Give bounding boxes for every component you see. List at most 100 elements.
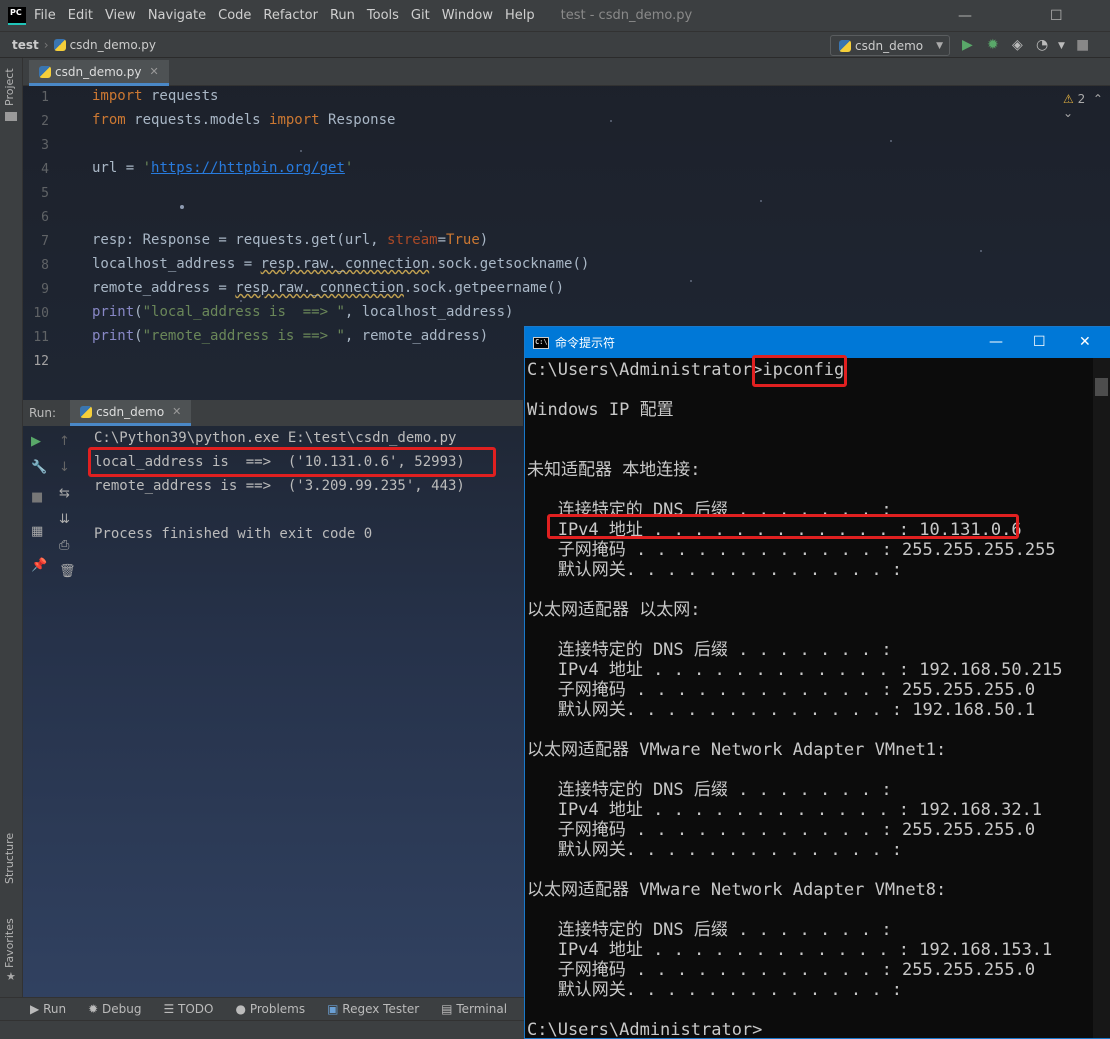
structure-tool-button[interactable]: Structure	[3, 833, 16, 884]
run-configuration-select[interactable]: csdn_demo ▼	[830, 35, 950, 56]
arrow-down-icon[interactable]: ↓	[59, 460, 70, 475]
layout-icon[interactable]: ▦	[31, 524, 43, 539]
menu-refactor[interactable]: Refactor	[263, 8, 318, 23]
problems-tool-tab[interactable]: ● Problems	[236, 1002, 306, 1016]
builtin: print	[92, 328, 135, 344]
menu-git[interactable]: Git	[411, 8, 430, 23]
inspection-widget[interactable]: ⚠ 2 ⌃ ⌄	[1063, 92, 1110, 120]
pin-icon[interactable]: 📌	[31, 558, 47, 573]
builtin: print	[92, 304, 135, 320]
keyword: from	[92, 112, 126, 128]
url-link[interactable]: https://httpbin.org/get	[151, 160, 345, 176]
code-text: (	[134, 304, 143, 320]
debug-tool-tab[interactable]: ✹ Debug	[88, 1002, 141, 1016]
run-header: Run: csdn_demo ✕	[23, 400, 523, 426]
code-line-10: print("local_address is ==> ", localhost…	[92, 304, 513, 320]
cmd-line: 以太网适配器 以太网:	[527, 600, 701, 620]
code-text: (	[134, 328, 143, 344]
scrollbar[interactable]	[1093, 358, 1110, 1038]
python-file-icon	[39, 65, 51, 78]
code-line-4: url = 'https://httpbin.org/get'	[92, 160, 353, 176]
code-text: requests	[142, 88, 219, 104]
line-number: 11	[33, 330, 49, 345]
menu-tools[interactable]: Tools	[367, 8, 399, 23]
more-run-options-icon[interactable]: ▼	[1058, 41, 1065, 51]
cmd-line: 默认网关. . . . . . . . . . . . . :	[527, 560, 903, 580]
line-number: 2	[41, 114, 49, 129]
print-icon[interactable]: ⎙	[59, 538, 69, 553]
rerun-icon[interactable]: ▶	[31, 434, 41, 449]
scrollbar-thumb[interactable]	[1095, 378, 1108, 396]
run-configuration-label: csdn_demo	[855, 38, 924, 53]
wrench-icon[interactable]: 🔧	[31, 460, 47, 475]
close-icon[interactable]: ✕	[1079, 334, 1091, 350]
console-line: C:\Python39\python.exe E:\test\csdn_demo…	[94, 430, 457, 446]
menu-edit[interactable]: Edit	[68, 8, 93, 23]
menu-navigate[interactable]: Navigate	[148, 8, 206, 23]
maximize-icon[interactable]: ☐	[1033, 334, 1046, 350]
run-tool-tab[interactable]: ▶ Run	[30, 1002, 66, 1016]
cmd-line: 默认网关. . . . . . . . . . . . . :	[527, 840, 903, 860]
stop-icon[interactable]: ■	[31, 490, 43, 505]
menu-bar: PC File Edit View Navigate Code Refactor…	[0, 0, 1110, 31]
menu-help[interactable]: Help	[505, 8, 535, 23]
play-icon: ▶	[30, 1002, 40, 1016]
stop-icon[interactable]: ■	[1076, 37, 1089, 53]
close-icon[interactable]: ✕	[172, 405, 181, 418]
line-number: 10	[33, 306, 49, 321]
arrow-up-icon[interactable]: ↑	[59, 434, 70, 449]
warning-text: resp.raw._connection	[235, 280, 404, 296]
line-number: 3	[41, 138, 49, 153]
python-icon	[839, 39, 851, 52]
string: "remote_address is ==> "	[142, 328, 345, 344]
soft-wrap-icon[interactable]: ⇆	[59, 486, 70, 501]
cmd-line: 默认网关. . . . . . . . . . . . . : 192.168.…	[527, 700, 1036, 720]
python-file-icon	[53, 38, 66, 51]
code-text: resp: Response = requests.get(url,	[92, 232, 388, 248]
scroll-to-end-icon[interactable]: ⇊	[59, 512, 70, 527]
close-icon[interactable]: ✕	[149, 65, 158, 78]
string-quote: '	[344, 160, 354, 176]
tab-label: csdn_demo.py	[55, 64, 142, 79]
regex-icon: ▣	[327, 1002, 339, 1016]
cmd-output[interactable]: C:\Users\Administrator>ipconfig Windows …	[525, 358, 1093, 1038]
code-text: .sock.getsockname()	[429, 256, 590, 272]
code-line-8: localhost_address = resp.raw._connection…	[92, 256, 589, 272]
star-icon: ★	[6, 970, 16, 983]
terminal-icon: ▤	[441, 1002, 453, 1016]
breadcrumb-project[interactable]: test	[12, 38, 39, 52]
cmd-line: 子网掩码 . . . . . . . . . . . . : 255.255.2…	[527, 820, 1036, 840]
run-icon[interactable]: ▶	[962, 37, 973, 53]
project-tool-button[interactable]: Project	[3, 68, 16, 106]
cmd-line: 子网掩码 . . . . . . . . . . . . : 255.255.2…	[527, 540, 1056, 560]
menu-file[interactable]: File	[34, 8, 56, 23]
trash-icon[interactable]: 🗑	[59, 564, 76, 579]
favorites-tool-button[interactable]: Favorites	[3, 918, 16, 968]
cmd-title-bar[interactable]: C:\ 命令提示符 — ☐ ✕	[525, 327, 1110, 358]
code-text: )	[479, 232, 489, 248]
maximize-icon[interactable]: ☐	[1050, 8, 1063, 24]
profile-icon[interactable]: ◔	[1036, 37, 1048, 53]
left-tool-window-strip: Project Structure Favorites ★	[0, 58, 23, 1018]
cmd-line: C:\Users\Administrator>	[527, 1020, 763, 1038]
warning-count: 2	[1077, 92, 1086, 106]
minimize-icon[interactable]: —	[958, 8, 972, 24]
todo-tool-tab[interactable]: ☰ TODO	[163, 1002, 213, 1016]
minimize-icon[interactable]: —	[989, 334, 1003, 350]
breadcrumb-file[interactable]: csdn_demo.py	[70, 38, 156, 52]
coverage-icon[interactable]: ◈	[1012, 37, 1023, 53]
code-text: Response	[319, 112, 396, 128]
terminal-tool-tab[interactable]: ▤ Terminal	[441, 1002, 507, 1016]
regex-tester-tool-tab[interactable]: ▣ Regex Tester	[327, 1002, 419, 1016]
menu-window[interactable]: Window	[442, 8, 493, 23]
string: "local_address is ==> "	[142, 304, 345, 320]
menu-view[interactable]: View	[105, 8, 136, 23]
menu-code[interactable]: Code	[218, 8, 251, 23]
menu-run[interactable]: Run	[330, 8, 355, 23]
code-text: =	[437, 232, 447, 248]
tab-run-csdn-demo[interactable]: csdn_demo ✕	[70, 400, 192, 426]
debug-icon[interactable]: ✹	[987, 37, 999, 53]
highlight-box	[88, 447, 496, 477]
pycharm-logo-icon: PC	[8, 6, 26, 25]
tab-csdn-demo[interactable]: csdn_demo.py ✕	[29, 60, 169, 86]
